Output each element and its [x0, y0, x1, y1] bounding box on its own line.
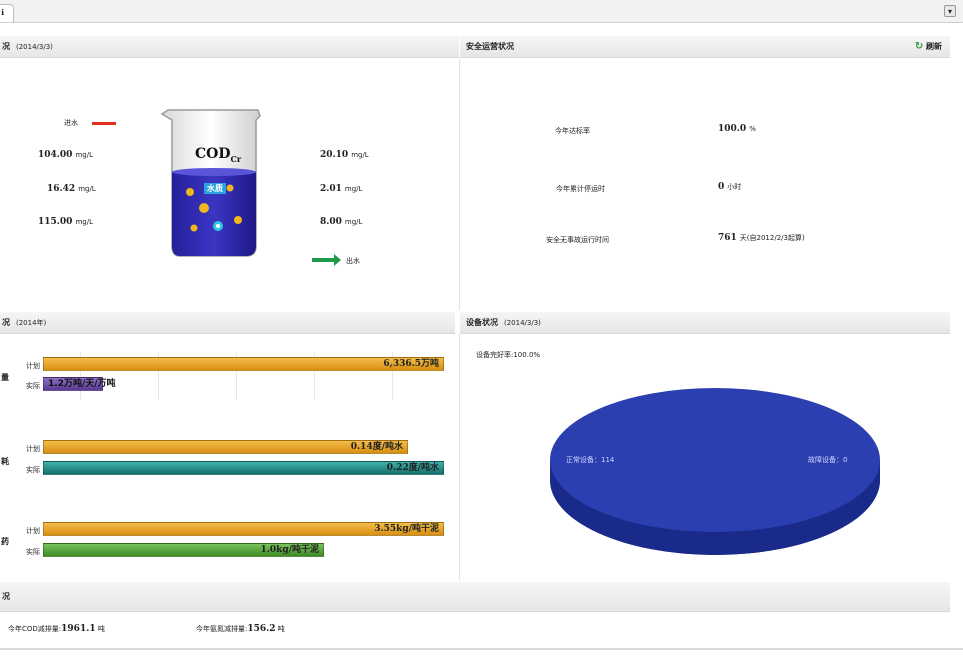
- cod-out-value-3: 8.00 mg/L: [320, 217, 363, 227]
- cod-emission: 今年COD减排量:1961.1 吨: [8, 624, 105, 634]
- refresh-icon: ↻: [914, 41, 924, 52]
- pie-label-fault: 故障设备：0: [808, 456, 848, 464]
- pie-chart: [550, 388, 880, 555]
- refresh-button[interactable]: ↻ 刷新: [915, 36, 942, 58]
- plan-label: 计划: [26, 445, 40, 453]
- panel-title: 况: [2, 592, 10, 601]
- legend-out-label: 出水: [346, 257, 360, 265]
- panel-header-water-quality: 况 (2014/3/3): [0, 36, 459, 58]
- panel-title: 安全运营状况: [466, 42, 514, 51]
- plan-label: 计划: [26, 527, 40, 535]
- safety-value-1: 100.0%: [718, 124, 756, 134]
- tab-bar: ℹ ▾: [0, 0, 963, 23]
- panel-date: (2014/3/3): [16, 43, 53, 51]
- cod-in-value-1: 104.00 mg/L: [38, 150, 93, 160]
- panel-header-equipment: 设备状况 (2014/3/3): [460, 312, 950, 334]
- bar-group-label-3: 药: [1, 537, 9, 546]
- panel-header-safety: 安全运营状况 ↻ 刷新: [460, 36, 950, 58]
- safety-value-3: 761 天(自2012/2/3起算): [718, 233, 805, 243]
- actual-label: 实际: [26, 382, 40, 390]
- actual-label: 实际: [26, 548, 40, 556]
- bar-group-label-2: 耗: [1, 457, 9, 466]
- legend-out-line: [312, 258, 336, 262]
- equipment-rate: 设备完好率:100.0%: [476, 351, 541, 359]
- cod-out-value-1: 20.10 mg/L: [320, 150, 369, 160]
- bar-actual-2: 0.22度/吨水: [43, 461, 444, 475]
- plan-label: 计划: [26, 362, 40, 370]
- refresh-label: 刷新: [926, 42, 942, 51]
- bar-actual-1: 1.2万吨/天/万吨: [43, 377, 116, 391]
- safety-label-3: 安全无事故运行时间: [546, 236, 609, 244]
- bar-group-label-1: 量: [1, 373, 9, 382]
- bar-plan-1: 6,336.5万吨: [43, 357, 444, 371]
- panel-title: 况: [2, 318, 10, 327]
- panel-header-emission: 况: [0, 582, 950, 612]
- safety-label-1: 今年达标率: [555, 127, 590, 135]
- pie-label-normal: 正常设备：114: [566, 456, 615, 464]
- beaker-label: CODCr: [195, 146, 242, 164]
- close-icon[interactable]: ▾: [944, 5, 956, 17]
- nh-emission: 今年氨氮减排量:156.2 吨: [196, 624, 285, 634]
- cod-in-value-3: 115.00 mg/L: [38, 217, 93, 227]
- divider: [459, 334, 460, 580]
- cod-out-value-2: 2.01 mg/L: [320, 184, 363, 194]
- panel-date: (2014年): [16, 319, 47, 327]
- panel-title: 设备状况: [466, 318, 498, 327]
- legend-in-label: 进水: [64, 119, 78, 127]
- cod-in-value-2: 16.42 mg/L: [47, 184, 96, 194]
- safety-value-2: 0 小时: [718, 182, 742, 192]
- arrow-right-icon: [334, 254, 341, 266]
- divider: [459, 58, 460, 310]
- tab-active[interactable]: ℹ: [0, 4, 14, 22]
- footer-divider: [0, 648, 963, 650]
- actual-label: 实际: [26, 466, 40, 474]
- legend-in-line: [92, 122, 116, 125]
- bar-plan-3: 3.55kg/吨干泥: [43, 522, 444, 536]
- panel-header-operation: 况 (2014年): [0, 312, 455, 334]
- beaker-tag: 水质: [204, 183, 226, 194]
- panel-title: 况: [2, 42, 10, 51]
- panel-date: (2014/3/3): [504, 319, 541, 327]
- bar-actual-3: 1.0kg/吨干泥: [43, 543, 324, 557]
- safety-label-2: 今年累计停运时: [556, 185, 605, 193]
- tab-label: ℹ: [1, 8, 5, 17]
- bar-plan-2: 0.14度/吨水: [43, 440, 408, 454]
